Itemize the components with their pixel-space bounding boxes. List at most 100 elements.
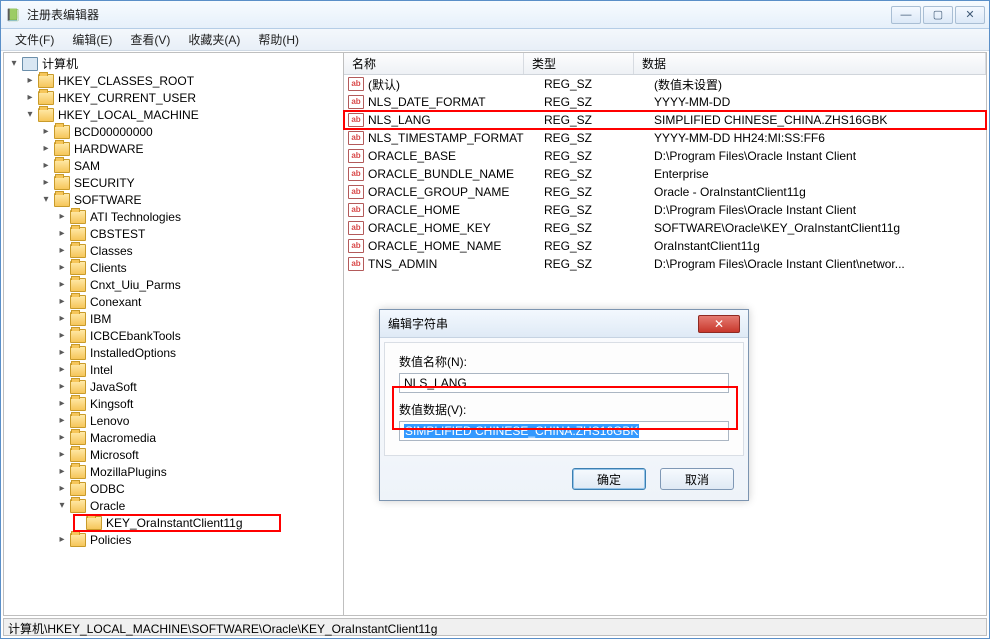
tree-item[interactable]: ▸HARDWARE <box>4 140 343 157</box>
tree-item[interactable]: ▸ SAM <box>4 157 343 174</box>
header-name[interactable]: 名称 <box>344 53 524 74</box>
dialog-footer: 确定 取消 <box>380 460 748 500</box>
table-row[interactable]: abTNS_ADMINREG_SZD:\Program Files\Oracle… <box>344 255 986 273</box>
collapse-icon[interactable]: ▾ <box>8 58 20 70</box>
folder-icon <box>70 380 86 394</box>
table-row[interactable]: abORACLE_HOME_NAMEREG_SZOraInstantClient… <box>344 237 986 255</box>
maximize-button[interactable]: ▢ <box>923 6 953 24</box>
menu-file[interactable]: 文件(F) <box>7 29 62 50</box>
expand-icon[interactable]: ▸ <box>56 313 68 325</box>
menu-view[interactable]: 查看(V) <box>122 29 178 50</box>
table-row[interactable]: abORACLE_GROUP_NAMEREG_SZOracle - OraIns… <box>344 183 986 201</box>
expand-icon[interactable]: ▸ <box>56 228 68 240</box>
expand-icon[interactable]: ▸ <box>56 279 68 291</box>
expand-icon[interactable]: ▸ <box>56 398 68 410</box>
tree-item[interactable]: ▸ODBC <box>4 480 343 497</box>
tree-item[interactable]: ▸Lenovo <box>4 412 343 429</box>
tree-item[interactable]: ▸JavaSoft <box>4 378 343 395</box>
cancel-button[interactable]: 取消 <box>660 468 734 490</box>
tree-label: HKEY_CLASSES_ROOT <box>58 74 194 88</box>
expand-icon[interactable]: ▸ <box>40 126 52 138</box>
expand-icon[interactable]: ▸ <box>56 245 68 257</box>
tree-item[interactable]: ▸ Kingsoft <box>4 395 343 412</box>
minimize-button[interactable]: — <box>891 6 921 24</box>
expand-icon[interactable]: ▸ <box>56 415 68 427</box>
tree-item[interactable]: ▸KEY_OraInstantClient11g <box>4 514 343 531</box>
table-row[interactable]: abNLS_DATE_FORMATREG_SZYYYY-MM-DD <box>344 93 986 111</box>
folder-icon <box>54 159 70 173</box>
expand-icon[interactable]: ▸ <box>56 449 68 461</box>
table-row[interactable]: abORACLE_HOME_KEYREG_SZSOFTWARE\Oracle\K… <box>344 219 986 237</box>
tree-item[interactable]: ▸ATI Technologies <box>4 208 343 225</box>
tree-label: Kingsoft <box>90 397 133 411</box>
expand-icon[interactable]: ▸ <box>56 381 68 393</box>
expand-icon[interactable]: ▸ <box>40 177 52 189</box>
expand-icon[interactable]: ▸ <box>56 534 68 546</box>
string-value-icon: ab <box>348 221 364 235</box>
tree-item[interactable]: ▸InstalledOptions <box>4 344 343 361</box>
expand-icon[interactable]: ▸ <box>56 347 68 359</box>
tree-item[interactable]: ▸Conexant <box>4 293 343 310</box>
expand-icon[interactable]: ▸ <box>56 364 68 376</box>
tree-item[interactable]: ▸HKEY_CURRENT_USER <box>4 89 343 106</box>
menu-help[interactable]: 帮助(H) <box>250 29 307 50</box>
collapse-icon[interactable]: ▾ <box>40 194 52 206</box>
tree-item[interactable]: ▾HKEY_LOCAL_MACHINE <box>4 106 343 123</box>
expand-icon[interactable]: ▸ <box>56 296 68 308</box>
close-button[interactable]: ✕ <box>955 6 985 24</box>
tree-item[interactable]: ▸Intel <box>4 361 343 378</box>
table-row[interactable]: abORACLE_BASEREG_SZD:\Program Files\Orac… <box>344 147 986 165</box>
titlebar[interactable]: 📗 注册表编辑器 — ▢ ✕ <box>1 1 989 29</box>
edit-string-dialog[interactable]: 编辑字符串 ✕ 数值名称(N): 数值数据(V): SIMPLIFIED CHI… <box>379 309 749 501</box>
tree-item[interactable]: ▸Cnxt_Uiu_Parms <box>4 276 343 293</box>
table-row[interactable]: abNLS_TIMESTAMP_FORMATREG_SZYYYY-MM-DD H… <box>344 129 986 147</box>
menu-favorites[interactable]: 收藏夹(A) <box>180 29 248 50</box>
tree-item[interactable]: ▾Oracle <box>4 497 343 514</box>
tree-item[interactable]: ▸MozillaPlugins <box>4 463 343 480</box>
tree-item[interactable]: ▸ HKEY_CLASSES_ROOT <box>4 72 343 89</box>
table-row[interactable]: abORACLE_BUNDLE_NAMEREG_SZEnterprise <box>344 165 986 183</box>
cell-name: ORACLE_BASE <box>368 149 544 163</box>
dialog-close-button[interactable]: ✕ <box>698 315 740 333</box>
tree-item[interactable]: ▾计算机 <box>4 55 343 72</box>
tree-item[interactable]: ▸Clients <box>4 259 343 276</box>
collapse-icon[interactable]: ▾ <box>24 109 36 121</box>
tree-item[interactable]: ▸SECURITY <box>4 174 343 191</box>
ok-button[interactable]: 确定 <box>572 468 646 490</box>
expand-icon[interactable]: ▸ <box>24 92 36 104</box>
tree-item[interactable]: ▸BCD00000000 <box>4 123 343 140</box>
expand-icon[interactable]: ▸ <box>24 75 36 87</box>
expand-icon[interactable]: ▸ <box>56 432 68 444</box>
expand-icon[interactable]: ▸ <box>40 143 52 155</box>
tree-item[interactable]: ▸IBM <box>4 310 343 327</box>
tree-item[interactable]: ▸ICBCEbankTools <box>4 327 343 344</box>
tree-item[interactable]: ▾SOFTWARE <box>4 191 343 208</box>
cell-name: NLS_LANG <box>368 113 544 127</box>
expand-icon[interactable]: ▸ <box>56 466 68 478</box>
table-row[interactable]: ab(默认)REG_SZ(数值未设置) <box>344 75 986 93</box>
header-data[interactable]: 数据 <box>634 53 986 74</box>
tree-label: Microsoft <box>90 448 139 462</box>
expand-icon[interactable]: ▸ <box>56 211 68 223</box>
expand-icon[interactable]: ▸ <box>40 160 52 172</box>
expand-icon[interactable]: ▸ <box>56 262 68 274</box>
table-row[interactable]: abNLS_LANGREG_SZSIMPLIFIED CHINESE_CHINA… <box>344 111 986 129</box>
menu-edit[interactable]: 编辑(E) <box>64 29 120 50</box>
value-name-field[interactable] <box>399 373 729 393</box>
string-value-icon: ab <box>348 113 364 127</box>
tree-item[interactable]: ▸Macromedia <box>4 429 343 446</box>
expand-icon[interactable]: ▸ <box>56 330 68 342</box>
tree-pane[interactable]: ▾计算机 ▸ HKEY_CLASSES_ROOT▸HKEY_CURRENT_USER… <box>4 53 344 615</box>
folder-icon <box>70 227 86 241</box>
collapse-icon[interactable]: ▾ <box>56 500 68 512</box>
tree-label: SAM <box>74 159 100 173</box>
tree-item[interactable]: ▸Policies <box>4 531 343 548</box>
tree-item[interactable]: ▸CBSTEST <box>4 225 343 242</box>
tree-item[interactable]: ▸Classes <box>4 242 343 259</box>
expand-icon[interactable]: ▸ <box>56 483 68 495</box>
value-data-field[interactable]: SIMPLIFIED CHINESE_CHINA.ZHS16GBK <box>399 421 729 441</box>
table-row[interactable]: abORACLE_HOMEREG_SZD:\Program Files\Orac… <box>344 201 986 219</box>
tree-item[interactable]: ▸ Microsoft <box>4 446 343 463</box>
dialog-titlebar[interactable]: 编辑字符串 ✕ <box>380 310 748 338</box>
header-type[interactable]: 类型 <box>524 53 634 74</box>
